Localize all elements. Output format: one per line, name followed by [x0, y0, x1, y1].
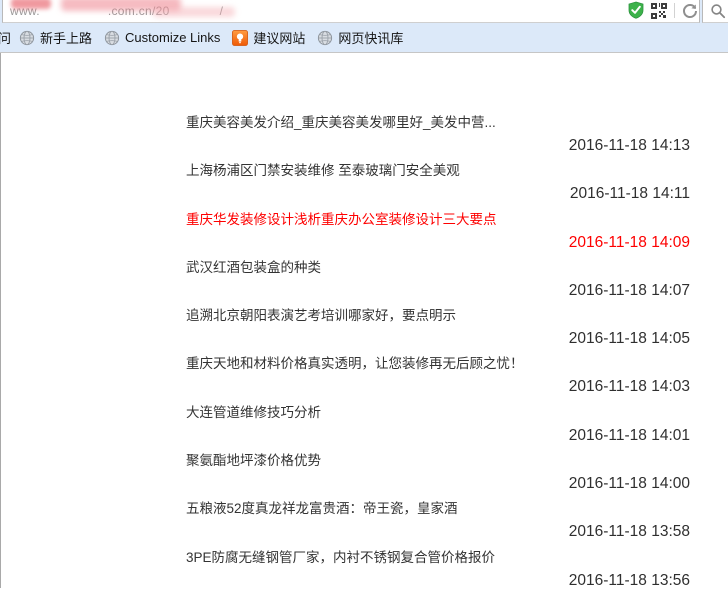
article-title-link[interactable]: 追溯北京朝阳表演艺考培训哪家好，要点明示 — [186, 304, 456, 324]
article-title-link[interactable]: 重庆美容美发介绍_重庆美容美发哪里好_美发中营... — [186, 111, 496, 131]
article-row: 武汉红酒包装盒的种类 2016-11-18 14:07 — [186, 256, 690, 304]
url-bar[interactable]: www. .com.cn/20 / — [2, 0, 700, 23]
article-title-link[interactable]: 大连管道维修技巧分析 — [186, 401, 321, 421]
favorite-label: 网页快讯库 — [338, 28, 403, 47]
favorite-label: 建议网站 — [253, 28, 305, 47]
refresh-icon[interactable] — [682, 3, 698, 19]
favorite-label: 新手上路 — [40, 28, 92, 47]
favorite-label: Customize Links — [125, 30, 220, 45]
article-timestamp: 2016-11-18 13:56 — [569, 572, 690, 590]
qr-code-icon[interactable] — [651, 3, 667, 19]
article-title-link[interactable]: 重庆华发装修设计浅析重庆办公室装修设计三大要点 — [186, 208, 497, 228]
page-content: 重庆美容美发介绍_重庆美容美发哪里好_美发中营... 2016-11-18 14… — [0, 53, 728, 588]
search-box[interactable] — [702, 0, 728, 23]
article-row: 重庆华发装修设计浅析重庆办公室装修设计三大要点 2016-11-18 14:09 — [186, 208, 690, 256]
article-title-link[interactable]: 聚氨酯地坪漆价格优势 — [186, 449, 321, 469]
favorite-item-customize-links[interactable]: Customize Links — [104, 30, 220, 46]
article-timestamp: 2016-11-18 14:07 — [569, 282, 690, 300]
browser-window: { "browser": { "url": { "visible_prefix"… — [0, 0, 728, 588]
article-list: 重庆美容美发介绍_重庆美容美发哪里好_美发中营... 2016-11-18 14… — [186, 111, 690, 594]
article-title-link[interactable]: 重庆天地和材料价格真实透明，让您装修再无后顾之忧！ — [186, 352, 524, 372]
favorite-item-web-slice-gallery[interactable]: 网页快讯库 — [317, 28, 403, 47]
article-row: 追溯北京朝阳表演艺考培训哪家好，要点明示 2016-11-18 14:05 — [186, 304, 690, 352]
article-timestamp: 2016-11-18 13:58 — [569, 523, 690, 541]
article-timestamp: 2016-11-18 14:09 — [569, 234, 690, 252]
article-timestamp: 2016-11-18 14:11 — [570, 185, 690, 203]
article-row: 3PE防腐无缝钢管厂家，内衬不锈钢复合管价格报价 2016-11-18 13:5… — [186, 546, 690, 594]
article-title-link[interactable]: 上海杨浦区门禁安装维修 至泰玻璃门安全美观 — [186, 159, 460, 179]
article-row: 重庆天地和材料价格真实透明，让您装修再无后顾之忧！ 2016-11-18 14:… — [186, 352, 690, 400]
globe-icon — [19, 30, 35, 46]
favorite-item-xinshoushanglu[interactable]: 新手上路 — [19, 28, 92, 47]
url-fragment: .com.cn/20 — [108, 4, 170, 18]
article-title-link[interactable]: 五粮液52度真龙祥龙富贵酒：帝王瓷，皇家酒 — [186, 497, 458, 517]
globe-icon — [104, 30, 120, 46]
url-fragment: / — [220, 4, 224, 18]
article-timestamp: 2016-11-18 14:00 — [569, 475, 690, 493]
search-icon — [710, 3, 726, 19]
article-title-link[interactable]: 3PE防腐无缝钢管厂家，内衬不锈钢复合管价格报价 — [186, 546, 495, 566]
article-row: 重庆美容美发介绍_重庆美容美发哪里好_美发中营... 2016-11-18 14… — [186, 111, 690, 159]
globe-icon — [317, 30, 333, 46]
url-text: www. .com.cn/20 / — [10, 4, 223, 18]
url-fragment: www. — [10, 4, 40, 18]
suggested-sites-icon — [232, 30, 248, 46]
article-row: 上海杨浦区门禁安装维修 至泰玻璃门安全美观 2016-11-18 14:11 — [186, 159, 690, 207]
favorite-item-suggested-sites[interactable]: 建议网站 — [232, 28, 305, 47]
article-timestamp: 2016-11-18 14:03 — [569, 378, 690, 396]
toolbar-divider — [674, 3, 675, 18]
address-bar-row: www. .com.cn/20 / — [0, 0, 728, 23]
article-timestamp: 2016-11-18 14:13 — [569, 137, 690, 155]
article-timestamp: 2016-11-18 14:01 — [569, 427, 690, 445]
article-title-link[interactable]: 武汉红酒包装盒的种类 — [186, 256, 321, 276]
article-row: 大连管道维修技巧分析 2016-11-18 14:01 — [186, 401, 690, 449]
favorites-clipped-label[interactable]: 问 — [0, 28, 11, 47]
security-shield-check-icon[interactable] — [627, 1, 645, 19]
article-row: 五粮液52度真龙祥龙富贵酒：帝王瓷，皇家酒 2016-11-18 13:58 — [186, 497, 690, 545]
article-row: 聚氨酯地坪漆价格优势 2016-11-18 14:00 — [186, 449, 690, 497]
favorites-bar: 问 新手上路 Customize Links — [0, 23, 728, 53]
article-timestamp: 2016-11-18 14:05 — [569, 330, 690, 348]
